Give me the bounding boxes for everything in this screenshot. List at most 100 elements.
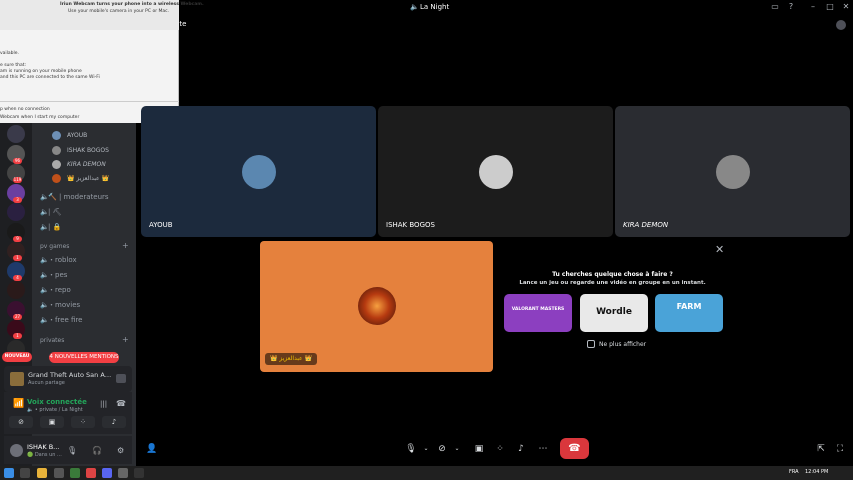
channel-label: | 🔒 xyxy=(48,223,62,231)
add-channel-icon[interactable]: + xyxy=(122,335,129,344)
channel-item[interactable]: 🔈| ⛏ xyxy=(40,208,61,216)
channel-movies[interactable]: 🔈・movies xyxy=(40,300,80,310)
voice-user[interactable]: AYOUB xyxy=(52,131,87,140)
channel-roblox[interactable]: 🔈・roblox xyxy=(40,255,77,265)
gear-icon[interactable]: ⚙ xyxy=(117,446,124,455)
taskbar-app-icon[interactable] xyxy=(70,468,80,478)
server-badge: 1 xyxy=(13,255,22,261)
pop-out-icon[interactable]: ⇱ xyxy=(813,441,829,457)
discord-icon[interactable] xyxy=(102,468,112,478)
activities-button[interactable]: ⁘ xyxy=(71,416,95,428)
help-icon[interactable]: ? xyxy=(786,2,796,12)
taskbar-app-icon[interactable] xyxy=(54,468,64,478)
voice-user[interactable]: ISHAK BOGOS xyxy=(52,146,109,155)
server-badge: 4 xyxy=(13,274,22,281)
channel-repo[interactable]: 🔈・repo xyxy=(40,285,71,295)
camera-off-icon[interactable]: ⊘ xyxy=(434,441,450,457)
game-name: Grand Theft Auto San An... xyxy=(28,371,112,379)
activities-icon[interactable]: ⁘ xyxy=(492,441,508,457)
maximize-button[interactable]: □ xyxy=(825,2,835,12)
voice-user[interactable]: 👑 عبدالعزيز 👑 xyxy=(52,174,109,183)
start-icon[interactable] xyxy=(4,468,14,478)
soundboard-button[interactable]: ♪ xyxy=(102,416,126,428)
add-person-icon[interactable]: 👤 xyxy=(144,441,160,457)
voice-user-name: KIRA DEMON xyxy=(67,161,106,168)
clock[interactable]: 12:04 PM xyxy=(805,469,828,475)
close-window-button[interactable]: ✕ xyxy=(841,2,851,12)
server-badge: 1 xyxy=(13,333,22,339)
chevron-down-icon[interactable]: ⌄ xyxy=(449,441,465,457)
channel-pes[interactable]: 🔈・pes xyxy=(40,270,67,280)
signal-icon[interactable]: 📶 xyxy=(13,399,24,409)
voice-user[interactable]: KIRA DEMON xyxy=(52,160,106,169)
server-icon[interactable] xyxy=(7,203,25,221)
more-options-icon[interactable]: ⋯ xyxy=(535,441,551,457)
channel-item[interactable]: 🔈| 🔒 xyxy=(40,223,61,231)
voice-channel-path[interactable]: 🔈 • private / La Night xyxy=(27,407,83,413)
voice-connected-title[interactable]: Voix connectée xyxy=(27,398,87,406)
new-mentions-badge[interactable]: 4 NOUVELLES MENTIONS xyxy=(49,352,119,363)
chat-icon[interactable] xyxy=(836,20,846,30)
microphone-icon[interactable]: 🎙 xyxy=(67,446,77,455)
file-explorer-icon[interactable] xyxy=(37,468,47,478)
microphone-icon[interactable]: 🎙 xyxy=(403,441,419,457)
focused-video-tile[interactable]: 👑 عبدالعزيز 👑 xyxy=(260,241,493,372)
channel-free-fire[interactable]: 🔈・free fire xyxy=(40,315,82,325)
noise-suppression-icon[interactable]: ||| xyxy=(100,400,107,408)
soundboard-icon[interactable]: ♪ xyxy=(513,441,529,457)
overlay-text: am is running on your mobile phone xyxy=(0,69,82,74)
tile-username: AYOUB xyxy=(149,221,173,229)
username[interactable]: ISHAK B... xyxy=(27,443,59,451)
chevron-down-icon[interactable]: ⌄ xyxy=(418,441,434,457)
fullscreen-icon[interactable]: ⛶ xyxy=(832,441,848,457)
voice-user-name: ISHAK BOGOS xyxy=(67,147,109,154)
category-privates[interactable]: privates xyxy=(40,337,64,344)
chrome-icon[interactable] xyxy=(86,468,96,478)
category-label: pv games xyxy=(40,243,70,250)
server-icon[interactable] xyxy=(7,125,25,143)
voice-user-name: 👑 عبدالعزيز 👑 xyxy=(67,175,110,182)
voice-user-name: AYOUB xyxy=(67,132,88,139)
add-channel-icon[interactable]: + xyxy=(122,241,129,250)
stream-game-button[interactable] xyxy=(116,374,126,383)
close-icon[interactable]: ✕ xyxy=(715,243,724,256)
overlay-option[interactable]: p when no connection xyxy=(0,107,50,112)
language-indicator[interactable]: FRA xyxy=(789,469,799,475)
taskbar-app-icon[interactable] xyxy=(134,468,144,478)
disconnect-icon[interactable]: ☎ xyxy=(116,399,126,408)
speaker-icon: 🔈 xyxy=(410,3,419,11)
video-tile[interactable]: AYOUB xyxy=(141,106,376,237)
screen-share-button[interactable]: ▣ xyxy=(40,416,64,428)
window-title-text: La Night xyxy=(420,3,450,11)
avatar[interactable] xyxy=(10,444,23,457)
camera-off-button[interactable]: ⊘ xyxy=(9,416,33,428)
category-pv-games[interactable]: pv games xyxy=(40,243,69,250)
minimize-button[interactable]: – xyxy=(808,2,818,12)
channel-label: | ⛏ xyxy=(48,208,62,216)
card-label: Wordle xyxy=(596,307,632,317)
activity-card-valorant[interactable]: VALORANT MASTERS xyxy=(504,294,572,332)
new-badge[interactable]: NOUVEAU xyxy=(2,352,32,362)
hang-up-button[interactable]: ☎ xyxy=(560,438,589,459)
voice-connection-panel: 📶 Voix connectée 🔈 • private / La Night … xyxy=(4,392,132,434)
hide-checkbox[interactable] xyxy=(587,340,595,348)
video-tile[interactable]: ISHAK BOGOS xyxy=(378,106,613,237)
search-icon[interactable] xyxy=(20,468,30,478)
hide-label[interactable]: Ne plus afficher xyxy=(599,341,646,348)
suggestion-subtitle: Lance un jeu ou regarde une vidéo en gro… xyxy=(519,280,706,286)
activity-card-farm[interactable]: FARM xyxy=(655,294,723,332)
speaker-icon: 🔈 xyxy=(40,316,49,324)
screen-share-icon[interactable]: ▣ xyxy=(471,441,487,457)
server-icon[interactable] xyxy=(7,281,25,299)
channel-moderateurs[interactable]: 🔈🔨 | moderateurs xyxy=(40,193,109,201)
divider xyxy=(0,101,179,102)
channel-label: 🔨 | moderateurs xyxy=(48,193,109,201)
video-tile[interactable]: KIRA DEMON xyxy=(615,106,850,237)
speaker-icon: 🔈 xyxy=(40,286,49,294)
inbox-icon[interactable]: ▭ xyxy=(770,2,780,12)
avatar xyxy=(52,131,61,140)
headphones-icon[interactable]: 🎧 xyxy=(92,446,102,455)
overlay-option[interactable]: Webcam when I start my computer xyxy=(0,115,79,120)
taskbar-app-icon[interactable] xyxy=(118,468,128,478)
activity-card-wordle[interactable]: Wordle xyxy=(580,294,648,332)
